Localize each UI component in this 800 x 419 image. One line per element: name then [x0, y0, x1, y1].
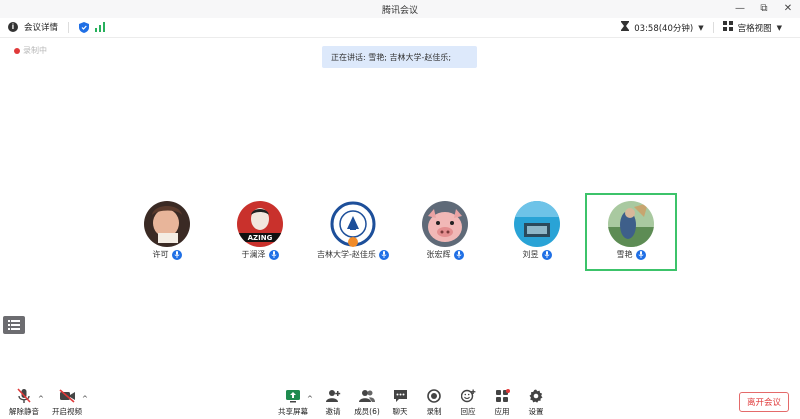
unmute-label: 解除静音 — [9, 407, 39, 416]
close-icon[interactable]: ✕ — [782, 2, 794, 15]
grid-view-icon[interactable] — [722, 21, 733, 34]
restore-icon[interactable]: ⧉ — [758, 2, 770, 15]
recording-indicator: 录制中 — [14, 45, 47, 56]
avatar — [144, 201, 190, 247]
participant-tile[interactable]: 张宏辉 — [399, 193, 491, 271]
video-options-chevron-icon[interactable]: ^ — [82, 395, 88, 403]
microphone-icon — [453, 249, 464, 260]
hourglass-icon — [621, 21, 630, 34]
recording-label: 录制中 — [23, 46, 47, 55]
reaction-button[interactable]: 回应 — [450, 388, 486, 417]
microphone-muted-icon — [17, 388, 31, 404]
avatar — [514, 201, 560, 247]
participant-name: 许可 — [152, 250, 169, 259]
leave-meeting-button[interactable]: 离开会议 — [739, 392, 789, 412]
apps-label: 应用 — [494, 407, 510, 416]
invite-button[interactable]: 邀请 — [315, 388, 351, 417]
record-label: 录制 — [426, 407, 442, 416]
invite-label: 邀请 — [325, 407, 341, 416]
participant-grid: 许可 AZING 于澜泽 吉林大学-赵佳乐 张宏辉 刘昱 雪艳 — [0, 193, 800, 273]
start-video-button[interactable]: 开启视频 — [49, 388, 85, 417]
apps-button[interactable]: 应用 — [484, 388, 520, 417]
share-screen-icon — [285, 388, 301, 404]
share-options-chevron-icon[interactable]: ^ — [307, 395, 313, 403]
window-controls: — ⧉ ✕ — [734, 2, 794, 15]
meeting-timer[interactable]: 03:58(40分钟) — [634, 22, 693, 34]
participant-tile[interactable]: 许可 — [121, 193, 213, 271]
participant-tile[interactable]: AZING 于澜泽 — [214, 193, 306, 271]
view-chevron-down-icon[interactable]: ▼ — [777, 24, 782, 32]
members-icon — [359, 388, 375, 404]
microphone-icon — [378, 249, 389, 260]
avatar — [608, 201, 654, 247]
settings-label: 设置 — [528, 407, 544, 416]
list-icon[interactable] — [3, 316, 25, 334]
apps-grid-icon — [495, 388, 510, 404]
bottom-toolbar: 解除静音 ^ 开启视频 ^ 共享屏幕 ^ 邀请 成员(6) 聊天 录制 回应 应… — [0, 385, 800, 419]
shield-icon[interactable] — [79, 21, 90, 33]
participant-name: 雪艳 — [616, 250, 633, 259]
members-label: 成员(6) — [354, 407, 380, 416]
window-titlebar: 腾讯会议 — ⧉ ✕ — [0, 0, 800, 18]
chat-button[interactable]: 聊天 — [382, 388, 418, 417]
participant-name: 于澜泽 — [241, 250, 266, 259]
window-title: 腾讯会议 — [381, 6, 418, 16]
avatar — [422, 201, 468, 247]
timer-chevron-down-icon[interactable]: ▼ — [698, 24, 703, 32]
participant-tile[interactable]: 吉林大学-赵佳乐 — [307, 193, 399, 271]
reaction-label: 回应 — [460, 407, 476, 416]
info-icon[interactable]: i — [8, 22, 18, 32]
speaking-banner: 正在讲话: 雪艳; 吉林大学-赵佳乐; — [322, 46, 477, 68]
microphone-icon — [268, 249, 279, 260]
meeting-info-bar: i 会议详情 03:58(40分钟) ▼ 宫格视图 ▼ — [0, 18, 800, 38]
signal-icon[interactable] — [95, 22, 106, 32]
record-dot-icon — [14, 47, 20, 54]
camera-off-icon — [58, 388, 76, 404]
gear-icon — [529, 388, 543, 404]
members-button[interactable]: 成员(6) — [349, 388, 385, 417]
share-screen-label: 共享屏幕 — [278, 407, 308, 416]
microphone-icon — [171, 249, 182, 260]
participant-tile[interactable]: 刘昱 — [491, 193, 583, 271]
meeting-details-button[interactable]: 会议详情 — [24, 21, 58, 33]
chat-label: 聊天 — [392, 407, 408, 416]
audio-options-chevron-icon[interactable]: ^ — [38, 395, 44, 403]
emoji-icon — [460, 388, 476, 404]
avatar: AZING — [237, 201, 283, 247]
svg-text:AZING: AZING — [248, 234, 273, 242]
invite-user-icon — [325, 388, 341, 404]
chat-icon — [393, 388, 408, 404]
divider — [712, 22, 714, 33]
share-screen-button[interactable]: 共享屏幕 — [275, 388, 311, 417]
unmute-button[interactable]: 解除静音 — [6, 388, 42, 417]
reaction-icon — [348, 237, 358, 247]
microphone-icon — [635, 249, 646, 260]
participant-name: 吉林大学-赵佳乐 — [317, 250, 376, 259]
record-button[interactable]: 录制 — [416, 388, 452, 417]
divider — [68, 21, 70, 33]
participant-tile-active-speaker[interactable]: 雪艳 — [585, 193, 677, 271]
minimize-icon[interactable]: — — [734, 2, 746, 15]
participant-name: 张宏辉 — [426, 250, 451, 259]
settings-button[interactable]: 设置 — [518, 388, 554, 417]
start-video-label: 开启视频 — [52, 407, 82, 416]
view-mode-button[interactable]: 宫格视图 — [738, 22, 772, 34]
participant-name: 刘昱 — [522, 250, 539, 259]
record-icon — [427, 388, 441, 404]
microphone-icon — [541, 249, 552, 260]
